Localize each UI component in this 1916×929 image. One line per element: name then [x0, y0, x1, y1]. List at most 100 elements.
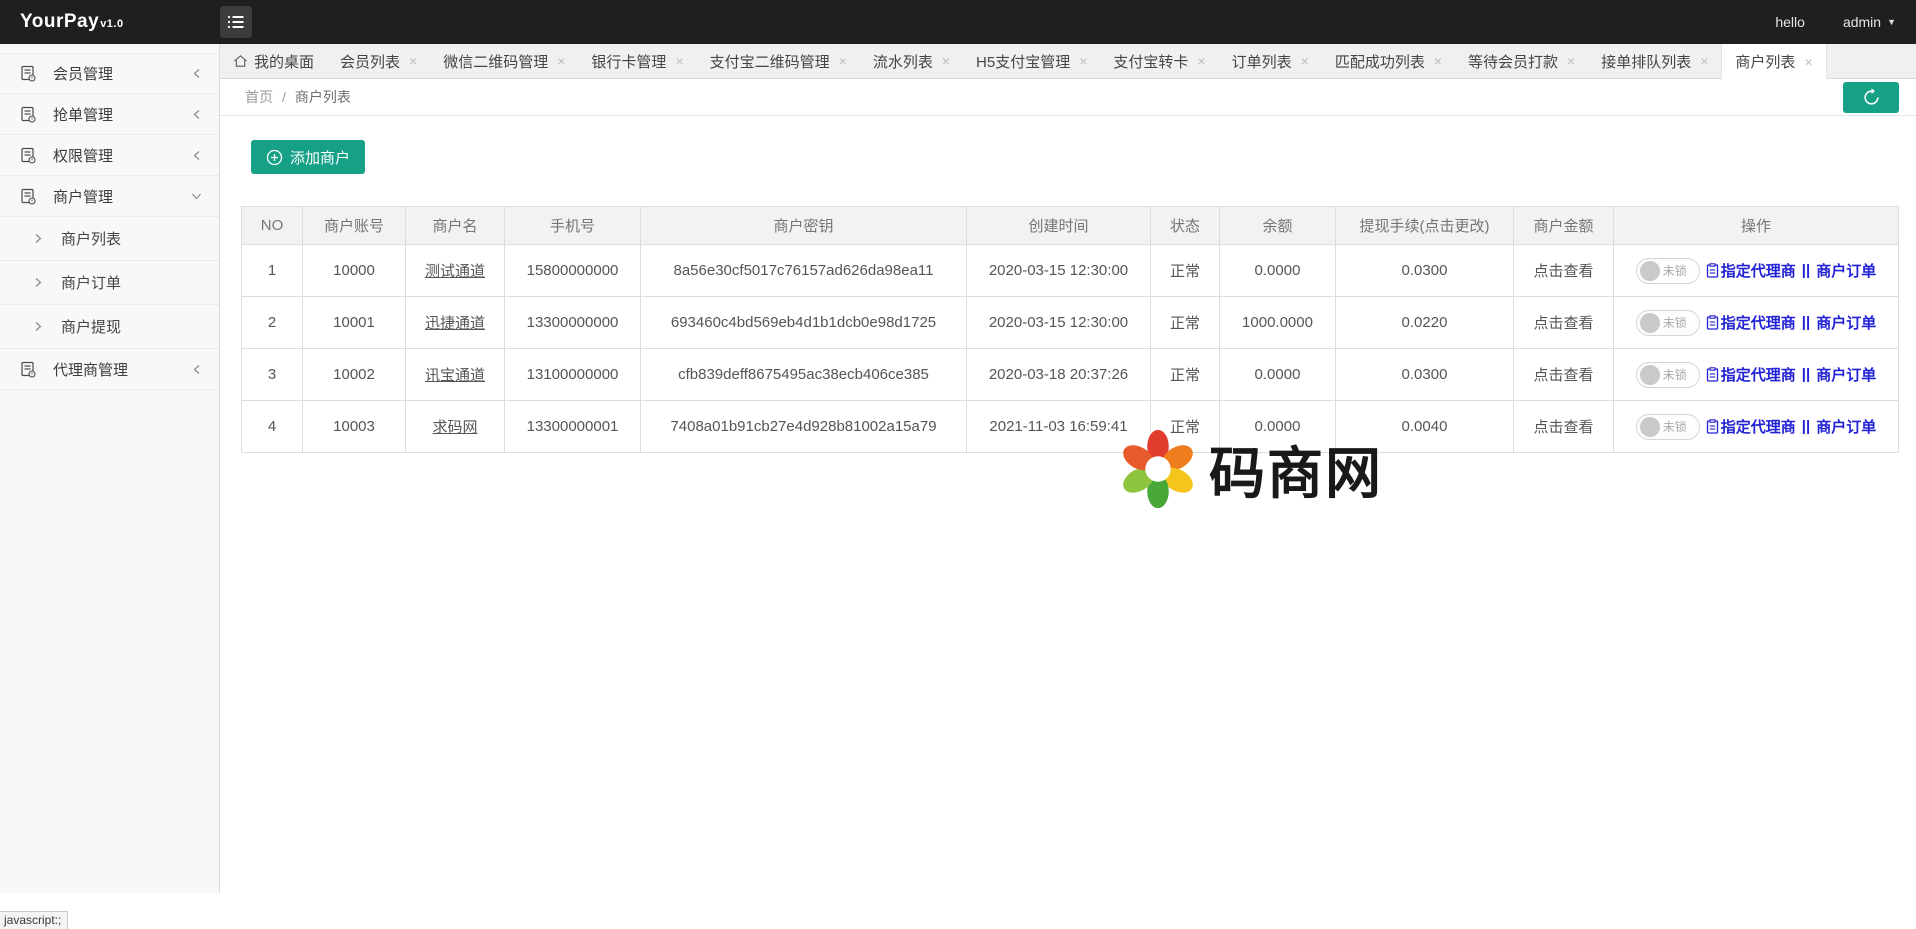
- table-row: 3 10002 讯宝通道 13100000000 cfb839deff86754…: [242, 349, 1899, 401]
- assign-agent-link[interactable]: 指定代理商: [1706, 416, 1796, 437]
- col-header-no: NO: [242, 207, 303, 245]
- cell-secret: 693460c4bd569eb4d1b1dcb0e98d1725: [641, 297, 967, 349]
- tab-h5-alipay-mgmt[interactable]: H5支付宝管理×: [963, 44, 1100, 78]
- close-icon[interactable]: ×: [1700, 54, 1708, 68]
- tab-wechat-qr-mgmt[interactable]: 微信二维码管理×: [430, 44, 578, 78]
- amount-view-link[interactable]: 点击查看: [1533, 367, 1593, 384]
- cell-balance: 1000.0000: [1220, 297, 1336, 349]
- merchant-order-link[interactable]: 商户订单: [1816, 416, 1876, 437]
- chevron-left-icon: [191, 363, 203, 376]
- sidebar-item-agent-mgmt[interactable]: 代理商管理: [0, 349, 219, 390]
- tab-merchant-list[interactable]: 商户列表×: [1721, 44, 1826, 79]
- sidebar-item-merchant-mgmt[interactable]: 商户管理: [0, 176, 219, 217]
- merchant-name-link[interactable]: 测试通道: [425, 263, 485, 280]
- fee-edit-link[interactable]: 0.0220: [1402, 314, 1448, 331]
- merchant-order-link[interactable]: 商户订单: [1816, 312, 1876, 333]
- user-menu[interactable]: admin ▼: [1843, 14, 1896, 30]
- amount-view-link[interactable]: 点击查看: [1533, 315, 1593, 332]
- breadcrumb-home[interactable]: 首页: [245, 87, 273, 107]
- close-icon[interactable]: ×: [1079, 54, 1087, 68]
- cell-no: 4: [242, 401, 303, 453]
- close-icon[interactable]: ×: [839, 54, 847, 68]
- tab-alipay-qr-mgmt[interactable]: 支付宝二维码管理×: [697, 44, 860, 78]
- tab-bank-card-mgmt[interactable]: 银行卡管理×: [578, 44, 696, 78]
- toggle-label: 未锁: [1663, 366, 1687, 383]
- chevron-left-icon: [191, 108, 203, 121]
- assign-agent-link[interactable]: 指定代理商: [1706, 260, 1796, 281]
- ops-separator: ||: [1802, 262, 1810, 279]
- sidebar-item-merchant-orders[interactable]: 商户订单: [0, 261, 219, 305]
- table-row: 4 10003 求码网 13300000001 7408a01b91cb27e4…: [242, 401, 1899, 453]
- sidebar-item-member-mgmt[interactable]: 会员管理: [0, 53, 219, 94]
- menu-doc-icon: [20, 65, 37, 82]
- sidebar-item-merchant-list[interactable]: 商户列表: [0, 217, 219, 261]
- cell-status: 正常: [1151, 349, 1220, 401]
- cell-account: 10002: [303, 349, 406, 401]
- tab-label: 我的桌面: [254, 51, 314, 72]
- add-merchant-button[interactable]: 添加商户: [251, 140, 365, 174]
- fee-edit-link[interactable]: 0.0300: [1402, 262, 1448, 279]
- assign-agent-link[interactable]: 指定代理商: [1706, 364, 1796, 385]
- close-icon[interactable]: ×: [1301, 54, 1309, 68]
- close-icon[interactable]: ×: [1434, 54, 1442, 68]
- tab-label: 接单排队列表: [1601, 51, 1691, 72]
- close-icon[interactable]: ×: [942, 54, 950, 68]
- caret-down-icon: ▼: [1887, 17, 1896, 27]
- tab-label: 等待会员打款: [1468, 51, 1558, 72]
- close-icon[interactable]: ×: [409, 54, 417, 68]
- plus-circle-icon: [266, 149, 283, 166]
- col-header-fee: 提现手续(点击更改): [1336, 207, 1514, 245]
- refresh-button[interactable]: [1843, 82, 1899, 113]
- lock-toggle[interactable]: 未锁: [1636, 258, 1700, 284]
- clipboard-icon: [1706, 263, 1719, 278]
- lock-toggle[interactable]: 未锁: [1636, 414, 1700, 440]
- toggle-label: 未锁: [1663, 262, 1687, 279]
- sidebar-toggle-button[interactable]: [220, 6, 252, 38]
- merchant-name-link[interactable]: 讯宝通道: [425, 367, 485, 384]
- toggle-knob: [1640, 365, 1660, 385]
- lock-toggle[interactable]: 未锁: [1636, 362, 1700, 388]
- sidebar-item-permission-mgmt[interactable]: 权限管理: [0, 135, 219, 176]
- merchant-order-link[interactable]: 商户订单: [1816, 364, 1876, 385]
- breadcrumb-separator: /: [282, 89, 286, 105]
- tab-member-list[interactable]: 会员列表 ×: [327, 44, 430, 78]
- sidebar-item-label: 抢单管理: [53, 104, 191, 125]
- merchant-name-link[interactable]: 迅捷通道: [425, 315, 485, 332]
- col-header-status: 状态: [1151, 207, 1220, 245]
- fee-edit-link[interactable]: 0.0300: [1402, 366, 1448, 383]
- tab-my-desktop[interactable]: 我的桌面: [220, 44, 327, 78]
- close-icon[interactable]: ×: [1567, 54, 1575, 68]
- menu-doc-icon: [20, 188, 37, 205]
- merchant-order-link[interactable]: 商户订单: [1816, 260, 1876, 281]
- tab-flow-list[interactable]: 流水列表×: [860, 44, 963, 78]
- merchant-name-link[interactable]: 求码网: [432, 419, 477, 436]
- close-icon[interactable]: ×: [1197, 54, 1205, 68]
- tab-match-success-list[interactable]: 匹配成功列表×: [1322, 44, 1455, 78]
- chevron-right-icon: [33, 320, 43, 333]
- tab-waiting-member-payment[interactable]: 等待会员打款 ×: [1455, 44, 1588, 78]
- cell-no: 1: [242, 245, 303, 297]
- clipboard-icon: [1706, 419, 1719, 434]
- tab-label: 会员列表: [340, 51, 400, 72]
- tab-order-list[interactable]: 订单列表×: [1219, 44, 1322, 78]
- close-icon[interactable]: ×: [675, 54, 683, 68]
- greeting-text: hello: [1775, 14, 1805, 30]
- tab-alipay-to-card[interactable]: 支付宝转卡×: [1100, 44, 1218, 78]
- toggle-knob: [1640, 261, 1660, 281]
- close-icon[interactable]: ×: [557, 54, 565, 68]
- amount-view-link[interactable]: 点击查看: [1533, 263, 1593, 280]
- lock-toggle[interactable]: 未锁: [1636, 310, 1700, 336]
- cell-created: 2020-03-18 20:37:26: [967, 349, 1151, 401]
- cell-secret: 8a56e30cf5017c76157ad626da98ea11: [641, 245, 967, 297]
- clipboard-icon: [1706, 367, 1719, 382]
- assign-agent-link[interactable]: 指定代理商: [1706, 312, 1796, 333]
- close-icon[interactable]: ×: [1804, 55, 1812, 69]
- tab-order-queue-list[interactable]: 接单排队列表 ×: [1588, 44, 1721, 78]
- sidebar-item-grab-order-mgmt[interactable]: 抢单管理: [0, 94, 219, 135]
- cell-status: 正常: [1151, 245, 1220, 297]
- fee-edit-link[interactable]: 0.0040: [1402, 418, 1448, 435]
- amount-view-link[interactable]: 点击查看: [1533, 419, 1593, 436]
- cell-phone: 13300000000: [505, 297, 641, 349]
- home-icon: [233, 54, 248, 68]
- sidebar-item-merchant-withdraw[interactable]: 商户提现: [0, 305, 219, 349]
